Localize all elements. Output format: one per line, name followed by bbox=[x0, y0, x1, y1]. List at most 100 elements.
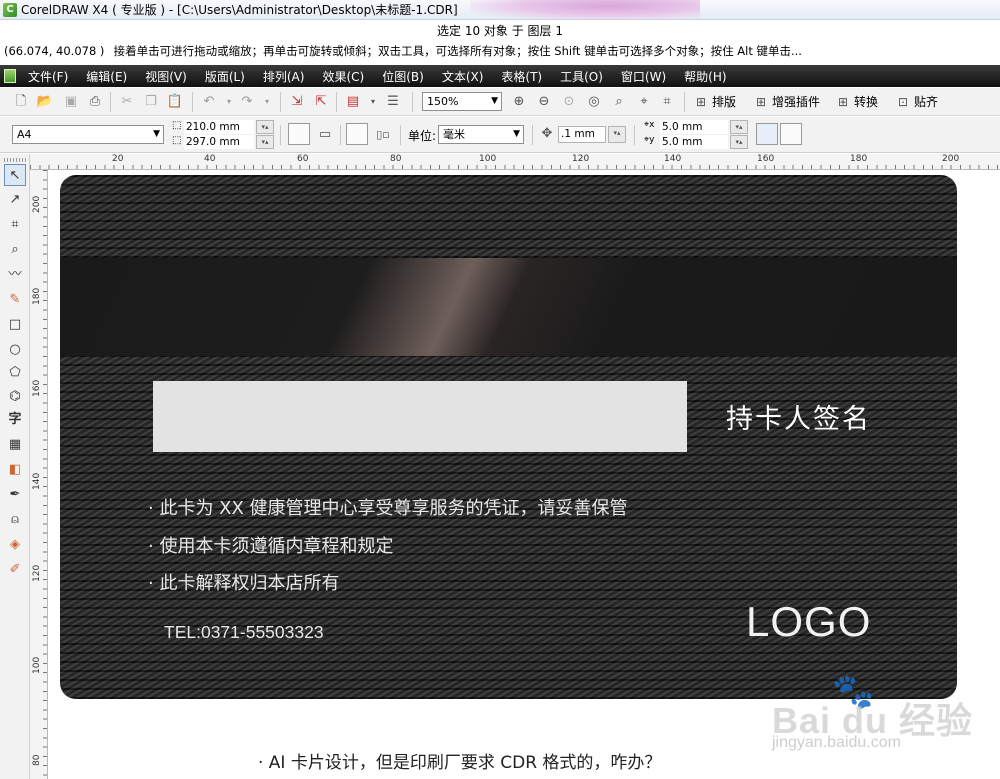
crop-tool-icon[interactable]: ⌗ bbox=[4, 214, 26, 236]
duplicate-distance-y-field[interactable]: 5.0 mm bbox=[660, 135, 728, 149]
card-note-1[interactable]: · 此卡为 XX 健康管理中心享受尊享服务的凭证，请妥善保管 bbox=[148, 494, 628, 520]
magnetic-stripe[interactable] bbox=[60, 258, 957, 356]
snap-icon: ⊡ bbox=[898, 95, 909, 109]
standard-toolbar: 🗋 📂 ▣ ⎙ ✂ ❐ 📋 ↶ ▾ ↷ ▾ ⇲ ⇱ ▤ ▾ ☰ 150% ▼ ⊕… bbox=[0, 88, 1000, 116]
nudge-distance-field[interactable]: .1 mm bbox=[558, 126, 606, 143]
paste-icon[interactable]: 📋 bbox=[166, 93, 184, 111]
duplicate-distance-x-field[interactable]: 5.0 mm bbox=[660, 120, 728, 134]
open-icon[interactable]: 📂 bbox=[36, 93, 54, 111]
zoom-tool-icon[interactable]: ⌕ bbox=[4, 239, 26, 261]
interactive-blend-tool-icon[interactable]: ◧ bbox=[4, 459, 26, 481]
zoom-out-icon[interactable]: ⊖ bbox=[535, 93, 553, 111]
menu-edit[interactable]: 编辑(E) bbox=[86, 68, 127, 85]
card-note-3[interactable]: · 此卡解释权归本店所有 bbox=[148, 569, 339, 595]
signature-panel[interactable] bbox=[153, 381, 687, 452]
zoom-selected-icon[interactable]: ⊙ bbox=[560, 93, 578, 111]
import-icon[interactable]: ⇲ bbox=[288, 93, 306, 111]
width-spinner[interactable]: ▾▴ bbox=[256, 120, 274, 134]
document-icon[interactable] bbox=[4, 69, 16, 83]
print-icon[interactable]: ⎙ bbox=[86, 93, 104, 111]
ellipse-tool-icon[interactable]: ○ bbox=[4, 339, 26, 361]
welcome-screen-icon[interactable]: ☰ bbox=[384, 93, 402, 111]
plugins-button[interactable]: ⊞ 增强插件 bbox=[756, 93, 820, 111]
menu-text[interactable]: 文本(X) bbox=[442, 68, 484, 85]
card-note-2[interactable]: · 使用本卡须遵循内章程和规定 bbox=[148, 532, 393, 558]
launcher-dropdown-icon[interactable]: ▾ bbox=[364, 93, 382, 111]
polygon-tool-icon[interactable]: ⬠ bbox=[4, 362, 26, 384]
save-icon[interactable]: ▣ bbox=[62, 93, 80, 111]
rectangle-tool-icon[interactable]: □ bbox=[4, 314, 26, 336]
outline-tool-icon[interactable]: ⍝ bbox=[4, 509, 26, 531]
membership-card-back[interactable]: 持卡人签名 · 此卡为 XX 健康管理中心享受尊享服务的凭证，请妥善保管 · 使… bbox=[60, 175, 957, 699]
dup-y-spinner[interactable]: ▾▴ bbox=[730, 135, 748, 149]
undo-icon[interactable]: ↶ bbox=[200, 93, 218, 111]
redo-dropdown-icon[interactable]: ▾ bbox=[258, 93, 276, 111]
vertical-ruler[interactable]: 200 180 160 140 120 100 80 bbox=[30, 170, 48, 779]
zoom-level-value: 150% bbox=[427, 95, 459, 108]
zoom-in-icon[interactable]: ⊕ bbox=[510, 93, 528, 111]
dup-x-spinner[interactable]: ▾▴ bbox=[730, 120, 748, 134]
page-width-field[interactable]: 210.0 mm bbox=[184, 120, 254, 134]
zoom-page-width-icon[interactable]: ⌖ bbox=[635, 93, 653, 111]
menu-view[interactable]: 视图(V) bbox=[145, 68, 187, 85]
snap-objects-button[interactable] bbox=[780, 123, 802, 145]
signature-label[interactable]: 持卡人签名 bbox=[726, 397, 871, 436]
zoom-all-objects-icon[interactable]: ◎ bbox=[585, 93, 603, 111]
export-icon[interactable]: ⇱ bbox=[312, 93, 330, 111]
convert-button-label: 转换 bbox=[854, 95, 879, 109]
card-logo[interactable]: LOGO bbox=[746, 598, 871, 646]
page-height-field[interactable]: 297.0 mm bbox=[184, 135, 254, 149]
nudge-spinner[interactable]: ▾▴ bbox=[608, 126, 626, 143]
zoom-level-select[interactable]: 150% ▼ bbox=[422, 92, 502, 111]
separator bbox=[336, 92, 337, 112]
imposition-button[interactable]: ⊞ 排版 bbox=[696, 93, 736, 111]
copy-icon[interactable]: ❐ bbox=[142, 93, 160, 111]
menu-file[interactable]: 文件(F) bbox=[28, 68, 68, 85]
current-page-icon[interactable]: ▯▫ bbox=[374, 126, 392, 144]
new-icon[interactable]: 🗋 bbox=[12, 93, 30, 111]
card-telephone[interactable]: TEL:0371-55503323 bbox=[164, 622, 324, 643]
separator bbox=[280, 125, 281, 145]
text-tool-icon[interactable]: 字 bbox=[4, 409, 26, 431]
snap-button[interactable]: ⊡ 贴齐 bbox=[898, 93, 938, 111]
ruler-label: 200 bbox=[942, 154, 960, 164]
horizontal-ruler[interactable]: 20 40 60 80 100 120 140 160 180 200 bbox=[30, 154, 1000, 170]
menu-layout[interactable]: 版面(L) bbox=[205, 68, 245, 85]
convert-button[interactable]: ⊞ 转换 bbox=[838, 93, 878, 111]
shape-tool-icon[interactable]: ↗ bbox=[4, 189, 26, 211]
menu-tools[interactable]: 工具(O) bbox=[560, 68, 603, 85]
menu-window[interactable]: 窗口(W) bbox=[621, 68, 666, 85]
ruler-ticks bbox=[30, 165, 1000, 169]
menu-arrange[interactable]: 排列(A) bbox=[263, 68, 305, 85]
menu-effects[interactable]: 效果(C) bbox=[322, 68, 364, 85]
cut-icon[interactable]: ✂ bbox=[118, 93, 136, 111]
treat-as-filled-button[interactable] bbox=[756, 123, 778, 145]
application-launcher-icon[interactable]: ▤ bbox=[344, 93, 362, 111]
separator bbox=[280, 92, 281, 112]
landscape-icon[interactable]: ▭ bbox=[316, 126, 334, 144]
pick-tool-icon[interactable]: ↖ bbox=[4, 164, 26, 186]
eyedropper-tool-icon[interactable]: ✒ bbox=[4, 484, 26, 506]
height-spinner[interactable]: ▾▴ bbox=[256, 135, 274, 149]
portrait-button[interactable] bbox=[288, 123, 310, 145]
all-pages-button[interactable] bbox=[346, 123, 368, 145]
redo-icon[interactable]: ↷ bbox=[238, 93, 256, 111]
paper-size-select[interactable]: A4 ▼ bbox=[12, 125, 164, 144]
hint-text: 接着单击可进行拖动或缩放；再单击可旋转或倾斜；双击工具，可选择所有对象；按住 S… bbox=[113, 44, 802, 58]
toolbox: ↖ ↗ ⌗ ⌕ 〰 ✎ □ ○ ⬠ ⌬ 字 ▦ ◧ ✒ ⍝ ◈ ✐ bbox=[0, 154, 30, 779]
smart-fill-tool-icon[interactable]: ✎ bbox=[4, 289, 26, 311]
units-select[interactable]: 毫米 ▼ bbox=[438, 125, 524, 144]
basic-shapes-tool-icon[interactable]: ⌬ bbox=[4, 386, 26, 408]
zoom-page-icon[interactable]: ⌕ bbox=[610, 93, 628, 111]
toolbox-grip[interactable] bbox=[4, 158, 26, 162]
table-tool-icon[interactable]: ▦ bbox=[4, 434, 26, 456]
menu-bitmaps[interactable]: 位图(B) bbox=[382, 68, 424, 85]
menu-table[interactable]: 表格(T) bbox=[501, 68, 542, 85]
freehand-tool-icon[interactable]: 〰 bbox=[4, 264, 26, 286]
zoom-page-height-icon[interactable]: ⌗ bbox=[658, 93, 676, 111]
fill-tool-icon[interactable]: ◈ bbox=[4, 534, 26, 556]
undo-dropdown-icon[interactable]: ▾ bbox=[220, 93, 238, 111]
menu-help[interactable]: 帮助(H) bbox=[684, 68, 726, 85]
interactive-fill-tool-icon[interactable]: ✐ bbox=[4, 559, 26, 581]
duplicate-y-icon: ⌖y bbox=[644, 135, 655, 145]
